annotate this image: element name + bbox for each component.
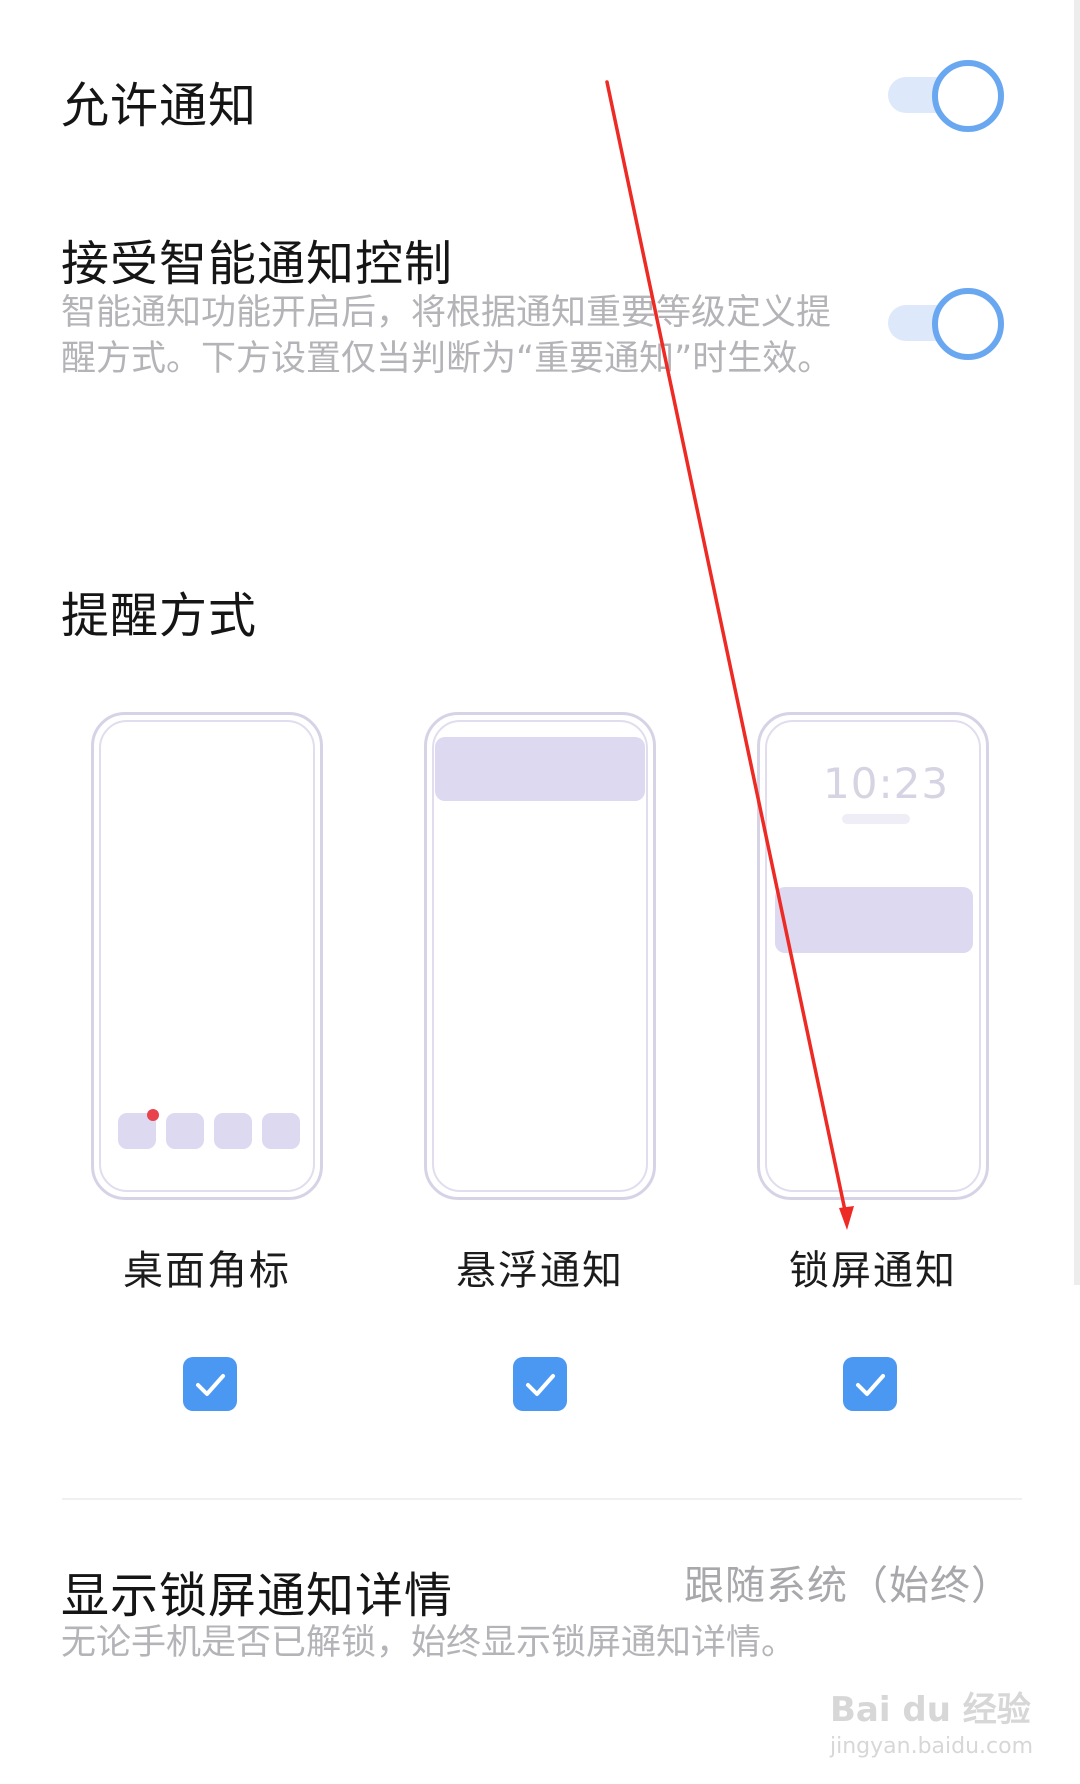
- scrollbar[interactable]: [1074, 0, 1080, 1285]
- smart-control-label: 接受智能通知控制: [61, 236, 454, 292]
- lockscreen-notification-checkbox[interactable]: [843, 1357, 897, 1411]
- toggle-knob: [932, 288, 1004, 360]
- lockscreen-date-bar: [842, 814, 910, 824]
- lockscreen-clock: 10:23: [823, 759, 950, 808]
- checkmark-icon: [196, 1374, 225, 1396]
- reminder-section-title: 提醒方式: [61, 588, 258, 644]
- lockscreen-details-label: 显示锁屏通知详情: [61, 1568, 454, 1624]
- checkmark-icon: [526, 1374, 555, 1396]
- desktop-badge-checkbox[interactable]: [183, 1357, 237, 1411]
- watermark-url: jingyan.baidu.com: [830, 1734, 1034, 1759]
- lockscreen-details-value: 跟随系统（始终）: [684, 1563, 1012, 1609]
- divider: [62, 1498, 1022, 1500]
- option-label-lockscreen: 锁屏通知: [789, 1248, 957, 1294]
- notification-banner: [775, 887, 973, 953]
- checkmark-icon: [856, 1374, 885, 1396]
- app-icon: [214, 1113, 252, 1149]
- baidu-jingyan-watermark: Bai du 经验: [830, 1690, 1031, 1730]
- option-label-floating: 悬浮通知: [456, 1248, 624, 1294]
- app-icon: [262, 1113, 300, 1149]
- badge-dot: [147, 1109, 159, 1121]
- floating-notification-preview[interactable]: [424, 712, 656, 1200]
- floating-notification-checkbox[interactable]: [513, 1357, 567, 1411]
- option-label-desktop-badge: 桌面角标: [123, 1248, 291, 1294]
- notification-banner: [435, 737, 645, 801]
- lockscreen-notification-preview[interactable]: 10:23: [757, 712, 989, 1200]
- app-icon: [166, 1113, 204, 1149]
- smart-control-toggle[interactable]: [888, 284, 1006, 362]
- allow-notifications-toggle[interactable]: [888, 56, 1006, 134]
- smart-control-description: 智能通知功能开启后，将根据通知重要等级定义提醒方式。下方设置仅当判断为“重要通知…: [61, 293, 833, 379]
- lockscreen-details-description: 无论手机是否已解锁，始终显示锁屏通知详情。: [61, 1623, 797, 1663]
- allow-notifications-label: 允许通知: [61, 78, 258, 134]
- toggle-knob: [932, 60, 1004, 132]
- desktop-badge-preview[interactable]: [91, 712, 323, 1200]
